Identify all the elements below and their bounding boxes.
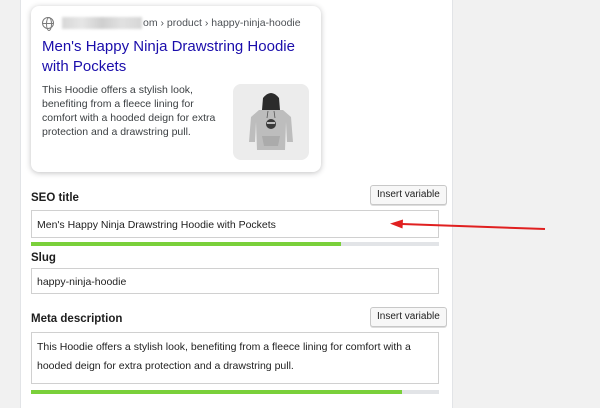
red-arrow-icon: [390, 219, 546, 230]
